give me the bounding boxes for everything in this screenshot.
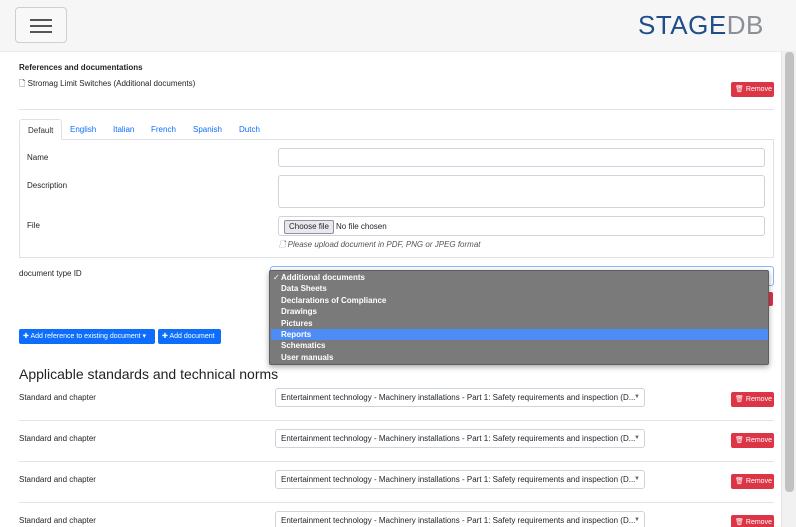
language-tabs: Default English Italian French Spanish D… — [19, 119, 774, 140]
standard-value: Entertainment technology - Machinery ins… — [281, 475, 636, 484]
tab-default[interactable]: Default — [19, 119, 63, 140]
divider — [19, 109, 774, 110]
caret-down-icon: ▾ — [140, 333, 147, 340]
brand-part-1: STAGE — [638, 10, 727, 40]
standard-value: Entertainment technology - Machinery ins… — [281, 393, 636, 402]
standard-select[interactable]: Entertainment technology - Machinery ins… — [275, 388, 645, 407]
scrollbar-thumb[interactable] — [785, 52, 794, 492]
divider — [19, 420, 774, 421]
add-document-button[interactable]: ✚ Add document — [158, 329, 221, 344]
option-declarations[interactable]: Declarations of Compliance — [271, 295, 768, 306]
option-user-manuals[interactable]: User manuals — [271, 352, 768, 363]
brand-part-2: DB — [726, 10, 764, 40]
standard-label: Standard and chapter — [19, 434, 96, 443]
document-type-dropdown[interactable]: ✓ Additional documents Data Sheets Declar… — [269, 270, 769, 365]
remove-standard-button[interactable]: 🗑 Remove — [731, 433, 774, 448]
brand-logo[interactable]: STAGEDB — [638, 10, 764, 41]
tab-dutch[interactable]: Dutch — [239, 119, 260, 140]
option-drawings[interactable]: Drawings — [271, 306, 768, 317]
standard-value: Entertainment technology - Machinery ins… — [281, 434, 636, 443]
remove-reference-button[interactable]: 🗑 Remove — [731, 82, 774, 97]
option-additional-documents[interactable]: ✓ Additional documents — [271, 272, 768, 283]
option-pictures[interactable]: Pictures — [271, 318, 768, 329]
checkmark-icon: ✓ — [273, 273, 280, 282]
choose-file-button[interactable]: Choose file — [284, 220, 334, 234]
caret-down-icon: ▼ — [634, 394, 640, 400]
remove-standard-button[interactable]: 🗑 Remove — [731, 515, 774, 527]
description-textarea[interactable] — [278, 175, 765, 208]
option-schematics[interactable]: Schematics — [271, 340, 768, 351]
remove-label: Remove — [745, 396, 772, 403]
remove-label: Remove — [745, 478, 772, 485]
reference-item[interactable]: 🗋 Stromag Limit Switches (Additional doc… — [19, 78, 195, 92]
name-input[interactable] — [278, 148, 765, 167]
reference-document-label: Stromag Limit Switches (Additional docum… — [27, 79, 196, 88]
name-label: Name — [27, 153, 49, 162]
standard-select[interactable]: Entertainment technology - Machinery ins… — [275, 429, 645, 448]
caret-down-icon: ▼ — [634, 435, 640, 441]
add-reference-button[interactable]: ✚ Add reference to existing document ▾ — [19, 329, 155, 344]
hamburger-icon-line — [30, 25, 52, 27]
tab-spanish[interactable]: Spanish — [193, 119, 222, 140]
trash-icon: 🗑 — [735, 86, 744, 93]
remove-label: Remove — [745, 86, 772, 93]
divider — [19, 461, 774, 462]
caret-down-icon: ▼ — [634, 476, 640, 482]
document-icon: 🗋 — [279, 240, 286, 249]
file-status: No file chosen — [336, 222, 387, 231]
hamburger-icon-line — [30, 31, 52, 33]
hamburger-icon — [30, 19, 52, 21]
trash-icon: 🗑 — [735, 519, 744, 526]
file-hint: 🗋 Please upload document in PDF, PNG or … — [279, 239, 481, 253]
standard-label: Standard and chapter — [19, 516, 96, 525]
option-data-sheets[interactable]: Data Sheets — [271, 283, 768, 294]
top-navbar: STAGEDB — [0, 0, 796, 52]
references-title: References and documentations — [19, 63, 143, 72]
caret-down-icon: ▼ — [634, 517, 640, 523]
tab-french[interactable]: French — [151, 119, 176, 140]
document-type-label: document type ID — [19, 269, 82, 278]
add-document-label: Add document — [169, 333, 215, 340]
trash-icon: 🗑 — [735, 396, 744, 403]
trash-icon: 🗑 — [735, 437, 744, 444]
menu-toggle-button[interactable] — [15, 7, 67, 43]
remove-label: Remove — [745, 519, 772, 526]
standards-heading: Applicable standards and technical norms — [19, 366, 279, 382]
document-icon: 🗋 — [19, 79, 26, 88]
remove-standard-button[interactable]: 🗑 Remove — [731, 474, 774, 489]
file-label: File — [27, 221, 40, 230]
tab-italian[interactable]: Italian — [113, 119, 134, 140]
remove-label: Remove — [745, 437, 772, 444]
description-label: Description — [27, 181, 68, 190]
file-hint-text: Please upload document in PDF, PNG or JP… — [287, 240, 481, 249]
standard-value: Entertainment technology - Machinery ins… — [281, 516, 636, 525]
add-reference-label: Add reference to existing document — [30, 333, 141, 340]
option-label: Additional documents — [281, 273, 365, 282]
remove-standard-button[interactable]: 🗑 Remove — [731, 392, 774, 407]
option-reports[interactable]: Reports — [271, 329, 768, 341]
standard-select[interactable]: Entertainment technology - Machinery ins… — [275, 470, 645, 489]
standard-select[interactable]: Entertainment technology - Machinery ins… — [275, 511, 645, 527]
standard-label: Standard and chapter — [19, 475, 96, 484]
trash-icon: 🗑 — [735, 478, 744, 485]
divider — [19, 502, 774, 503]
page-scrollbar[interactable] — [781, 52, 796, 527]
tab-english[interactable]: English — [70, 119, 96, 140]
standard-label: Standard and chapter — [19, 393, 96, 402]
